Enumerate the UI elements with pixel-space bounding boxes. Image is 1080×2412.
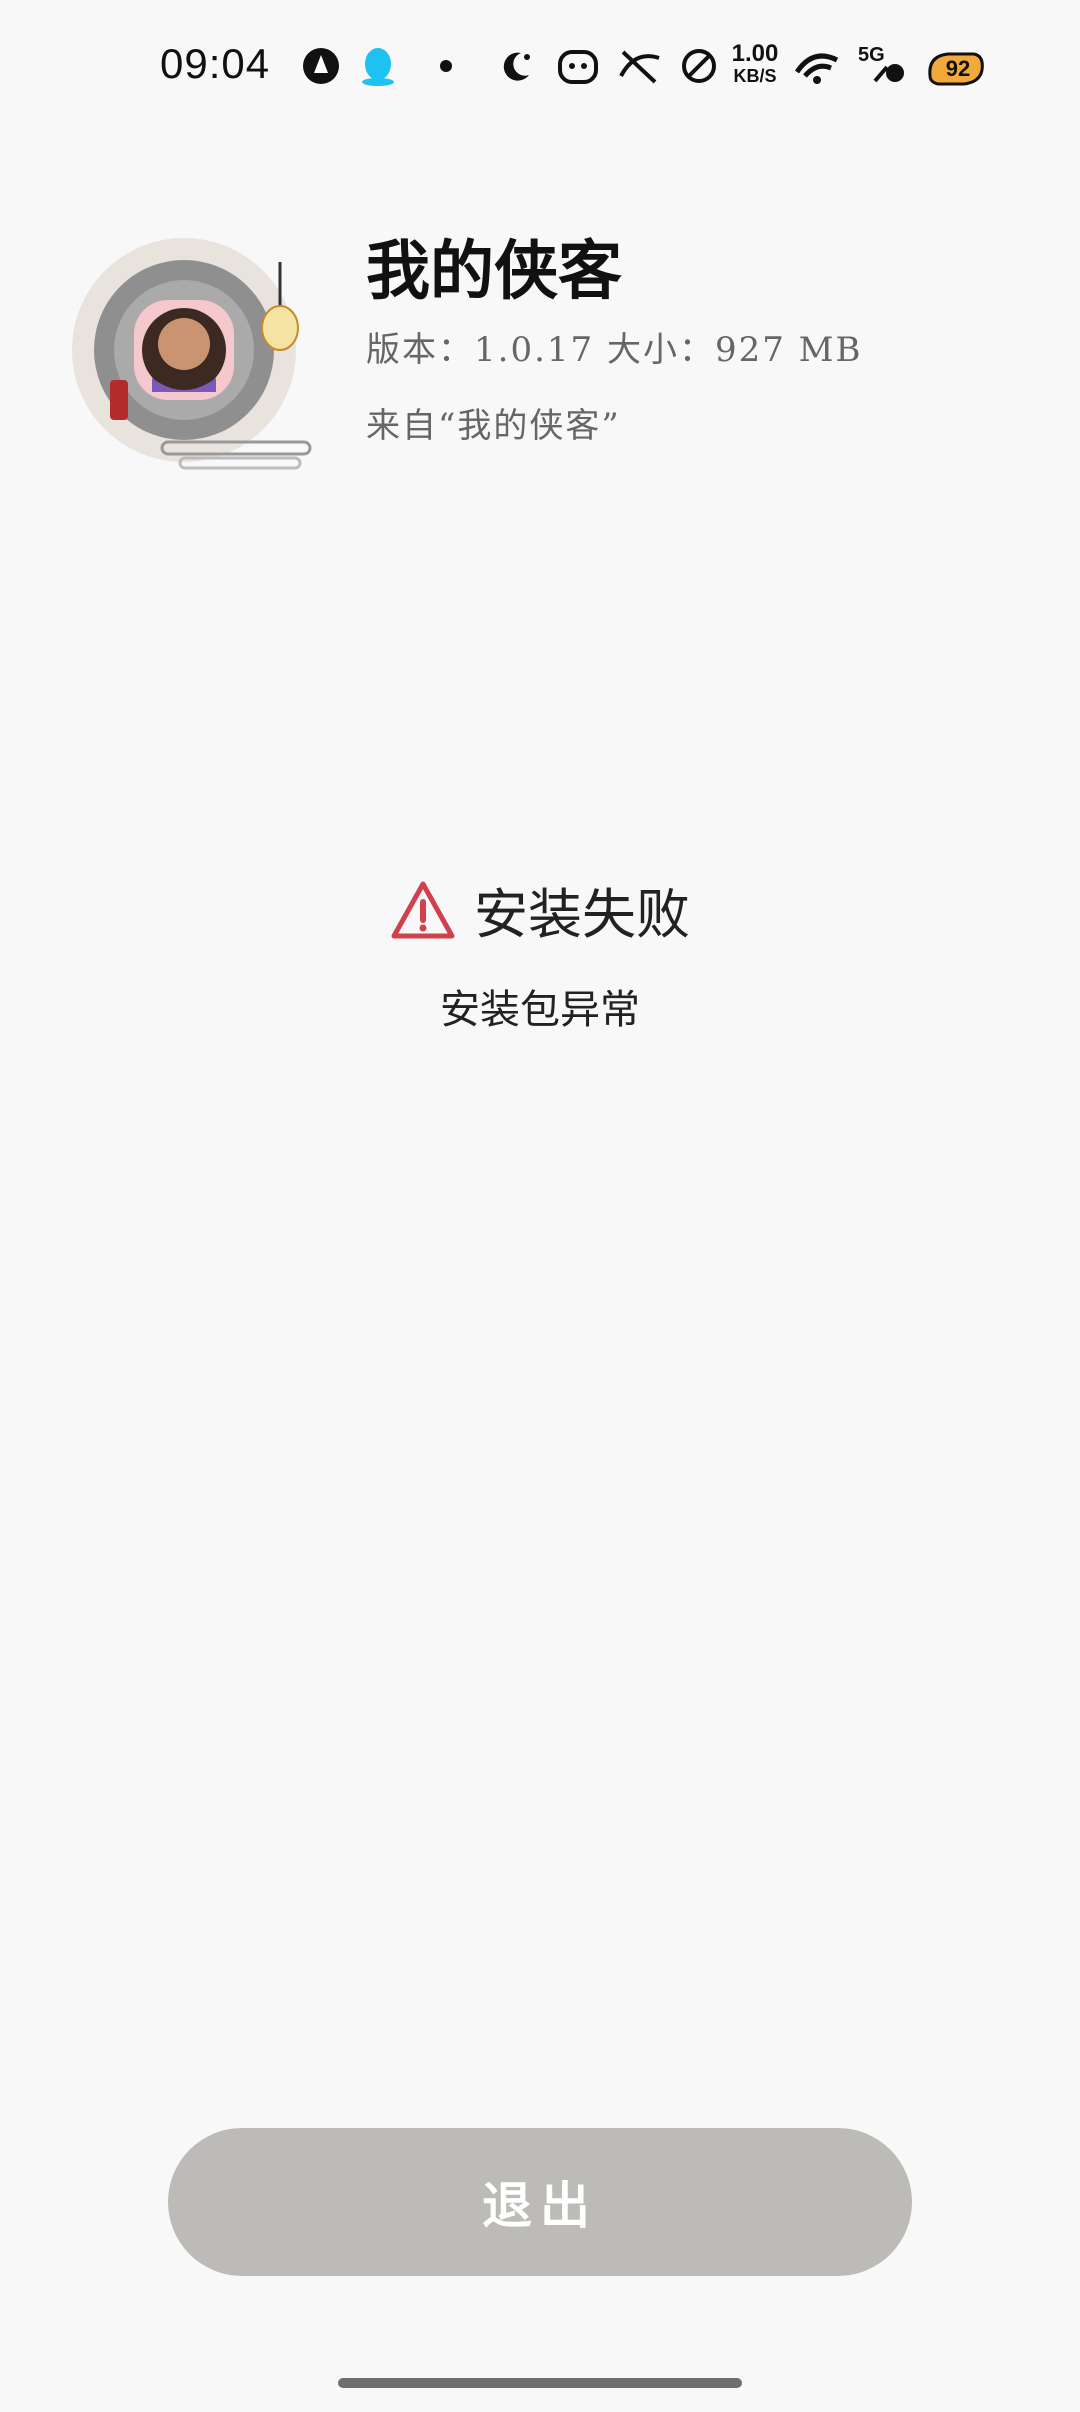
network-speed-value: 1.00: [731, 40, 779, 67]
dot-icon: [436, 44, 456, 88]
app-source: 来自“我的侠客”: [366, 406, 621, 446]
exit-button[interactable]: 退出: [168, 2128, 912, 2276]
status-time: 09:04: [160, 40, 271, 87]
home-indicator[interactable]: [338, 2378, 742, 2388]
warning-icon: [391, 881, 455, 938]
no-sim-icon: [680, 44, 718, 88]
wifi-icon: [792, 44, 844, 88]
app-icon: [72, 238, 312, 470]
result-title-row: 安装失败: [390, 870, 690, 949]
app-circle-icon: [300, 44, 342, 88]
app-meta: 版本：1.0.17 大小：927 MB: [366, 330, 863, 370]
result-subtitle: 安装包异常: [440, 987, 640, 1033]
mute-icon: [614, 44, 666, 88]
status-bar: 09:04 1.00 KB/S 5G 92: [0, 0, 1080, 140]
battery-level: 92: [945, 56, 971, 81]
qq-penguin-icon: [356, 44, 400, 88]
network-speed-unit: KB/S: [733, 66, 777, 86]
signal-icon: [872, 58, 908, 88]
network-speed: 1.00 KB/S: [726, 42, 784, 92]
install-result: 安装失败 安装包异常: [0, 870, 1080, 1035]
tiger-face-icon: [556, 44, 600, 88]
app-name: 我的侠客: [366, 234, 622, 309]
result-title: 安装失败: [474, 883, 690, 946]
moon-star-icon: [496, 44, 536, 88]
